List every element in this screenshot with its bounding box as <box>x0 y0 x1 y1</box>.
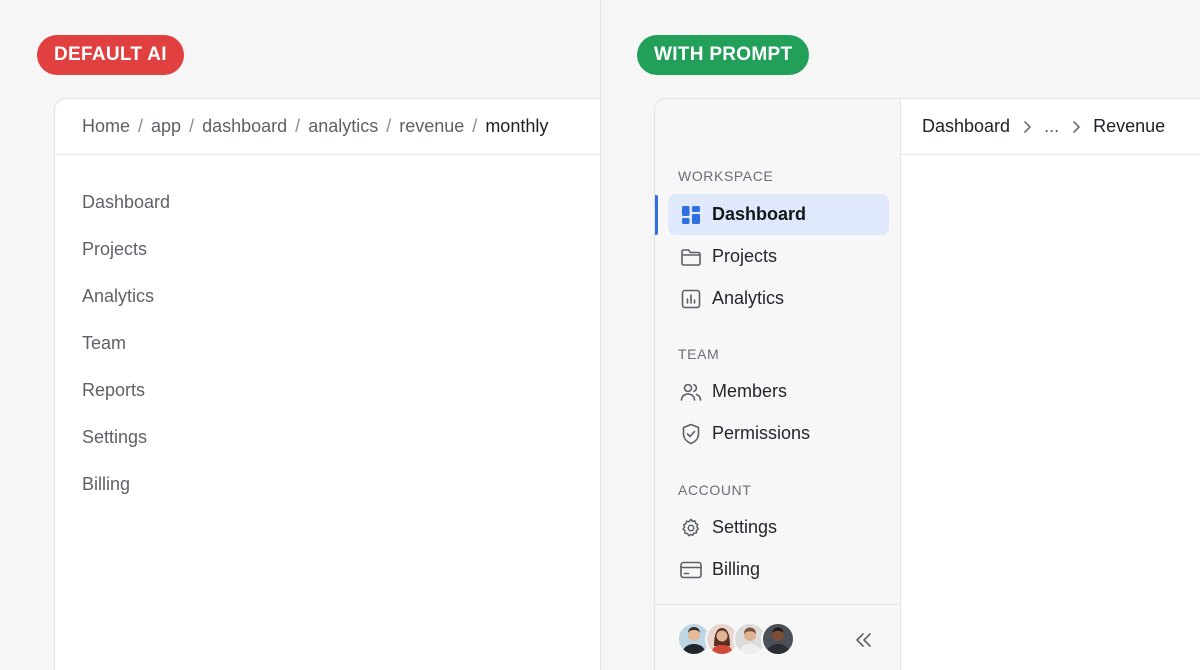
breadcrumb-current: Revenue <box>1093 116 1166 136</box>
breadcrumb: Dashboard ... Revenue <box>901 99 1200 155</box>
nav-item-analytics[interactable]: Analytics <box>82 284 600 331</box>
folder-icon <box>680 246 702 268</box>
sidebar-item-label: Members <box>712 381 788 401</box>
default-ai-panel: DEFAULT AI Home / app / dashboard / anal… <box>0 0 600 670</box>
nav-item-projects[interactable]: Projects <box>82 237 600 284</box>
grid-icon <box>680 204 702 226</box>
avatar[interactable] <box>761 622 795 656</box>
sidebar-nav: Dashboard Projects Analytics Team Report… <box>55 155 600 519</box>
sidebar-item-analytics[interactable]: Analytics <box>668 278 889 319</box>
with-prompt-badge: WITH PROMPT <box>637 35 810 75</box>
sidebar-item-label: Dashboard <box>712 204 807 224</box>
breadcrumb-separator: / <box>295 116 301 136</box>
chevron-right-icon <box>1071 120 1081 134</box>
breadcrumb-app[interactable]: app <box>151 116 181 137</box>
section-label-team: TEAM <box>678 346 720 362</box>
sidebar-item-label: Settings <box>712 517 778 537</box>
sidebar-item-label: Projects <box>712 246 778 266</box>
nav-item-reports[interactable]: Reports <box>82 378 600 425</box>
breadcrumb-dashboard[interactable]: dashboard <box>202 116 287 137</box>
sidebar-item-settings[interactable]: Settings <box>668 507 889 548</box>
breadcrumb-home[interactable]: Home <box>82 116 130 137</box>
breadcrumb-analytics[interactable]: analytics <box>308 116 378 137</box>
sidebar-item-members[interactable]: Members <box>668 371 889 412</box>
sidebar-item-dashboard[interactable]: Dashboard <box>668 194 889 235</box>
avatar-group[interactable] <box>677 622 795 656</box>
sidebar-footer <box>655 604 901 670</box>
nav-item-dashboard[interactable]: Dashboard <box>82 190 600 237</box>
breadcrumb-dashboard[interactable]: Dashboard <box>922 116 1010 137</box>
breadcrumb-revenue[interactable]: revenue <box>399 116 464 137</box>
breadcrumb: Home / app / dashboard / analytics / rev… <box>55 99 600 155</box>
credit-card-icon <box>680 559 702 581</box>
chevron-right-icon <box>1022 120 1032 134</box>
section-label-workspace: WORKSPACE <box>678 168 774 184</box>
nav-item-team[interactable]: Team <box>82 331 600 378</box>
sidebar-item-permissions[interactable]: Permissions <box>668 413 889 454</box>
breadcrumb-separator: / <box>189 116 195 136</box>
breadcrumb-current: monthly <box>485 116 549 136</box>
sidebar-item-label: Billing <box>712 559 761 579</box>
double-chevron-left-icon[interactable] <box>852 629 874 651</box>
nav-item-billing[interactable]: Billing <box>82 472 600 519</box>
sidebar: WORKSPACE Dashboard Projects Analytics T… <box>655 99 901 670</box>
chart-icon <box>680 288 702 310</box>
shield-icon <box>680 423 702 445</box>
nav-item-settings[interactable]: Settings <box>82 425 600 472</box>
breadcrumb-separator: / <box>138 116 144 136</box>
active-indicator <box>655 195 658 235</box>
breadcrumb-separator: / <box>386 116 392 136</box>
sidebar-item-billing[interactable]: Billing <box>668 549 889 590</box>
breadcrumb-ellipsis[interactable]: ... <box>1044 116 1059 137</box>
section-label-account: ACCOUNT <box>678 482 752 498</box>
sidebar-item-label: Analytics <box>712 288 785 308</box>
sidebar-item-label: Permissions <box>712 423 811 443</box>
sidebar-item-projects[interactable]: Projects <box>668 236 889 277</box>
breadcrumb-separator: / <box>472 116 478 136</box>
default-ai-card: Home / app / dashboard / analytics / rev… <box>54 98 600 670</box>
main-content: Dashboard ... Revenue <box>901 99 1200 670</box>
users-icon <box>680 381 702 403</box>
default-ai-badge: DEFAULT AI <box>37 35 184 75</box>
with-prompt-card: WORKSPACE Dashboard Projects Analytics T… <box>654 98 1200 670</box>
gear-icon <box>680 517 702 539</box>
with-prompt-panel: WITH PROMPT WORKSPACE Dashboard Projects <box>601 0 1200 670</box>
